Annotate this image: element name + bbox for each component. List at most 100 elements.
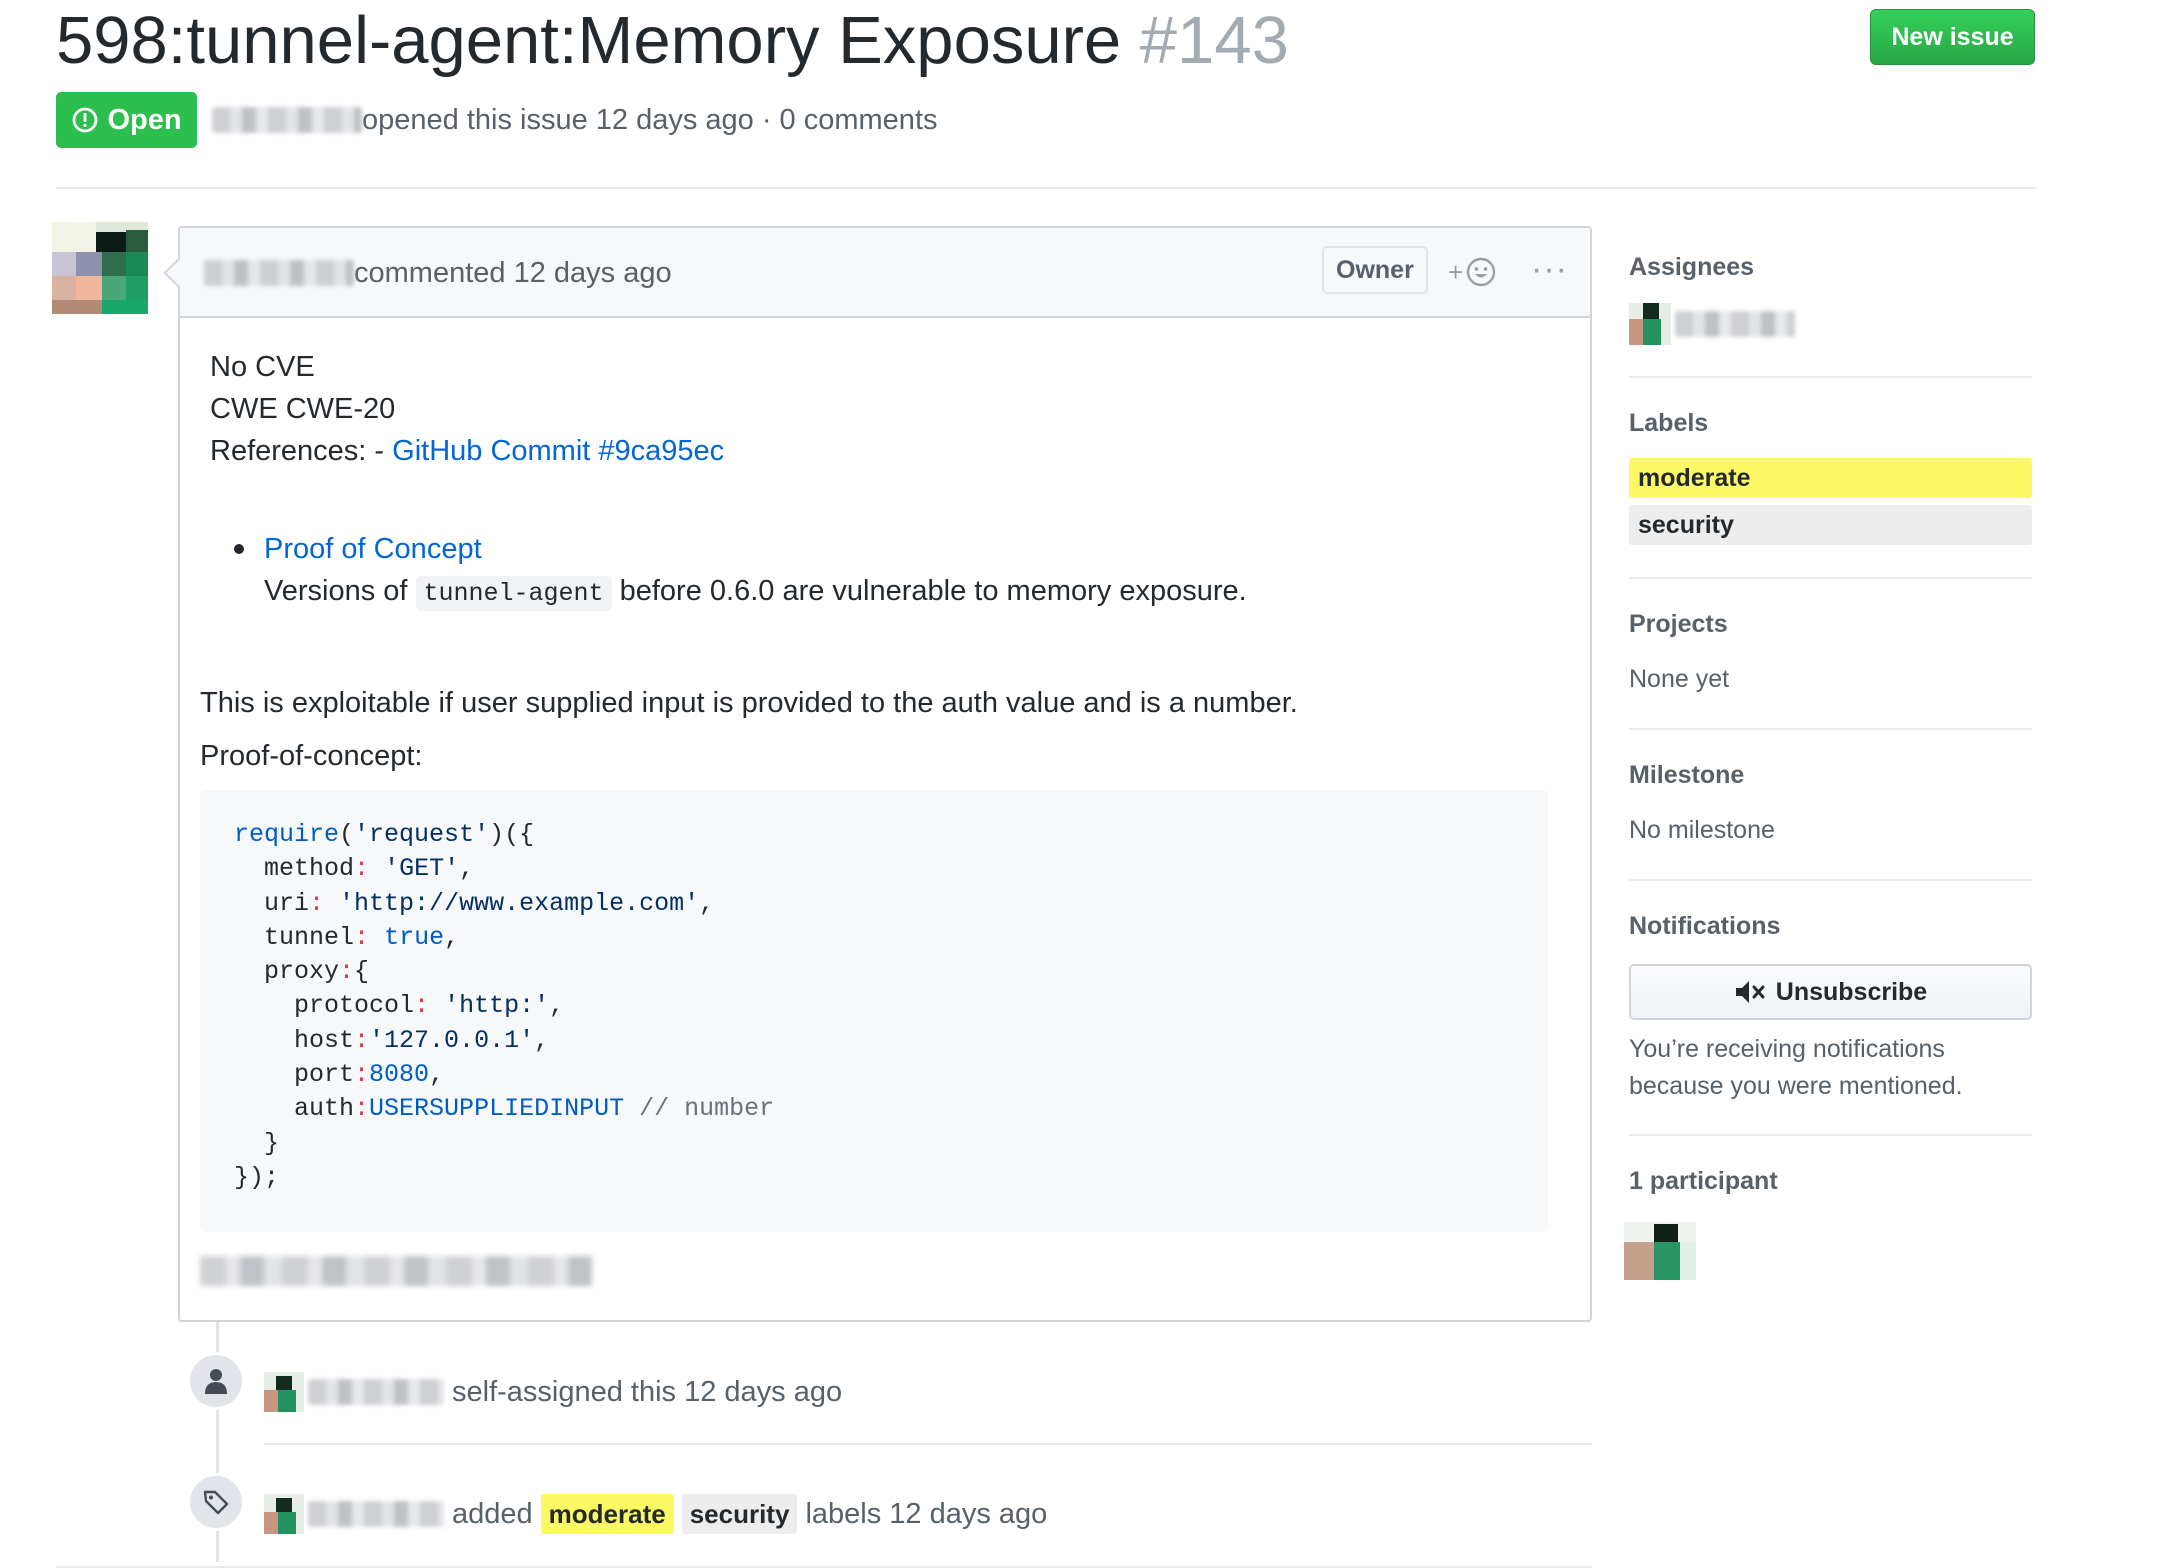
sidebar-label-security[interactable]: security (1629, 505, 2032, 545)
issue-state-label: Open (107, 103, 182, 136)
kebab-horizontal-icon[interactable]: ··· (1531, 250, 1568, 289)
exploit-paragraph: This is exploitable if user supplied inp… (200, 687, 1298, 719)
issue-title: 598:tunnel-agent:Memory Exposure #143 (56, 0, 1289, 82)
owner-label: Owner (1322, 246, 1428, 294)
code-token: }); (234, 1162, 280, 1192)
references-prefix: References: - (210, 435, 393, 467)
labeled-event: added moderate security labels 12 days a… (264, 1494, 1047, 1534)
milestone-value: No milestone (1629, 816, 1775, 844)
bullet-marker (234, 544, 244, 554)
versions-text: Versions of tunnel-agent before 0.6.0 ar… (264, 570, 1247, 615)
issue-comment: commented 12 days ago Owner + ··· No CVE… (178, 226, 1592, 1322)
assignees-heading[interactable]: Assignees (1629, 250, 2032, 284)
assigned-event: self-assigned this 12 days ago (264, 1372, 842, 1412)
comment-author-redacted[interactable] (204, 260, 354, 286)
assignee-avatar[interactable] (1629, 303, 1671, 345)
smiley-icon (1466, 257, 1496, 287)
labeled-event-suffix: labels 12 days ago (805, 1498, 1048, 1530)
code-token: 'GET' (384, 854, 460, 884)
unsubscribe-button[interactable]: Unsubscribe (1629, 964, 2032, 1020)
versions-prefix: Versions of (264, 575, 416, 607)
code-token: uri (234, 888, 310, 918)
tag-icon (203, 1490, 229, 1515)
assignee-name-redacted[interactable] (1675, 311, 1795, 337)
code-token: 'request' (354, 820, 490, 849)
issue-number: #143 (1139, 3, 1289, 78)
labels-heading[interactable]: Labels (1629, 406, 2032, 440)
issue-state-badge: Open (56, 92, 197, 148)
labeled-event-added: added (452, 1498, 533, 1530)
add-reaction-button[interactable]: + (1448, 254, 1497, 290)
code-token: port (234, 1060, 355, 1090)
code-token: proxy (234, 957, 340, 987)
code-token: } (234, 1128, 280, 1158)
sidebar-divider (1629, 879, 2032, 881)
code-token: USERSUPPLIEDINPUT (369, 1094, 625, 1124)
participant-avatar[interactable] (1624, 1222, 1696, 1280)
new-issue-button[interactable]: New issue (1870, 9, 2035, 65)
assignee-entry[interactable] (1629, 302, 2032, 346)
unsubscribe-label: Unsubscribe (1775, 977, 1928, 1006)
sidebar-divider (1629, 728, 2032, 730)
notifications-reason: You’re receiving notifications because y… (1629, 1031, 2032, 1105)
comment-header: commented 12 days ago Owner + ··· (180, 228, 1590, 318)
event-actor-avatar[interactable] (264, 1372, 304, 1412)
issue-meta-text: opened this issue 12 days ago · 0 commen… (362, 104, 938, 136)
code-token: 'http://www.example.com' (339, 888, 700, 918)
code-token: method (234, 854, 355, 884)
bullet-content: Proof of Concept Versions of tunnel-agen… (264, 528, 1247, 615)
code-token: 8080 (369, 1060, 430, 1090)
notify-line-1: You’re receiving notifications (1629, 1035, 1945, 1063)
header-divider (56, 187, 2036, 189)
issue-opened-icon (73, 107, 98, 133)
comment-body: No CVE CWE CWE-20 References: - GitHub C… (210, 346, 1564, 472)
poc-heading: Proof-of-concept: (200, 740, 423, 772)
mute-icon (1735, 981, 1765, 1003)
event-actor-redacted[interactable] (308, 1501, 444, 1527)
projects-value: None yet (1629, 665, 1730, 693)
code-token: )({ (489, 820, 535, 849)
code-token: true (384, 922, 445, 952)
notifications-heading: Notifications (1629, 912, 1781, 940)
participants-heading: 1 participant (1629, 1167, 1778, 1195)
event-actor-redacted[interactable] (308, 1379, 444, 1405)
body-line-references: References: - GitHub Commit #9ca95ec (210, 430, 1564, 472)
person-icon (205, 1369, 227, 1394)
body-line-cve: No CVE (210, 351, 315, 383)
label-security[interactable]: security (681, 1494, 798, 1534)
author-name-redacted[interactable] (212, 107, 362, 133)
labeled-event-badge (187, 1473, 245, 1531)
notify-line-2: because you were mentioned. (1629, 1072, 1963, 1100)
code-token: protocol (234, 991, 415, 1021)
code-token: { (354, 957, 370, 987)
code-token: // number (639, 1094, 775, 1124)
comment-author-line: commented 12 days ago (204, 254, 672, 292)
proof-of-concept-link[interactable]: Proof of Concept (264, 533, 482, 565)
comment-header-text: commented 12 days ago (354, 257, 672, 289)
sidebar-divider (1629, 376, 2032, 378)
body-line-cwe: CWE CWE-20 (210, 393, 396, 425)
versions-suffix: before 0.6.0 are vulnerable to memory ex… (611, 575, 1247, 607)
commit-link[interactable]: GitHub Commit #9ca95ec (392, 435, 724, 467)
assigned-event-text: self-assigned this 12 days ago (452, 1376, 843, 1408)
milestone-heading[interactable]: Milestone (1629, 758, 2032, 792)
event-actor-avatar[interactable] (264, 1494, 304, 1534)
code-token: 'http:' (444, 991, 550, 1021)
label-moderate[interactable]: moderate (540, 1494, 674, 1534)
issue-title-text: 598:tunnel-agent:Memory Exposure (56, 3, 1122, 78)
comment-footer-redacted (200, 1256, 592, 1286)
code-token: host (234, 1025, 355, 1055)
code-token: tunnel (234, 922, 355, 952)
author-avatar[interactable] (52, 222, 148, 314)
code-token: '127.0.0.1' (369, 1025, 535, 1055)
sidebar-label-moderate[interactable]: moderate (1629, 458, 2032, 498)
sidebar-divider (1629, 1134, 2032, 1136)
code-block: require('request')({ method: 'GET', uri:… (200, 790, 1548, 1232)
assigned-event-badge (187, 1352, 245, 1410)
sidebar-divider (1629, 577, 2032, 579)
code-token: auth (234, 1094, 355, 1124)
react-plus: + (1448, 256, 1464, 287)
issue-meta: opened this issue 12 days ago · 0 commen… (212, 100, 938, 140)
projects-heading[interactable]: Projects (1629, 607, 2032, 641)
code-token: ( (339, 820, 355, 849)
